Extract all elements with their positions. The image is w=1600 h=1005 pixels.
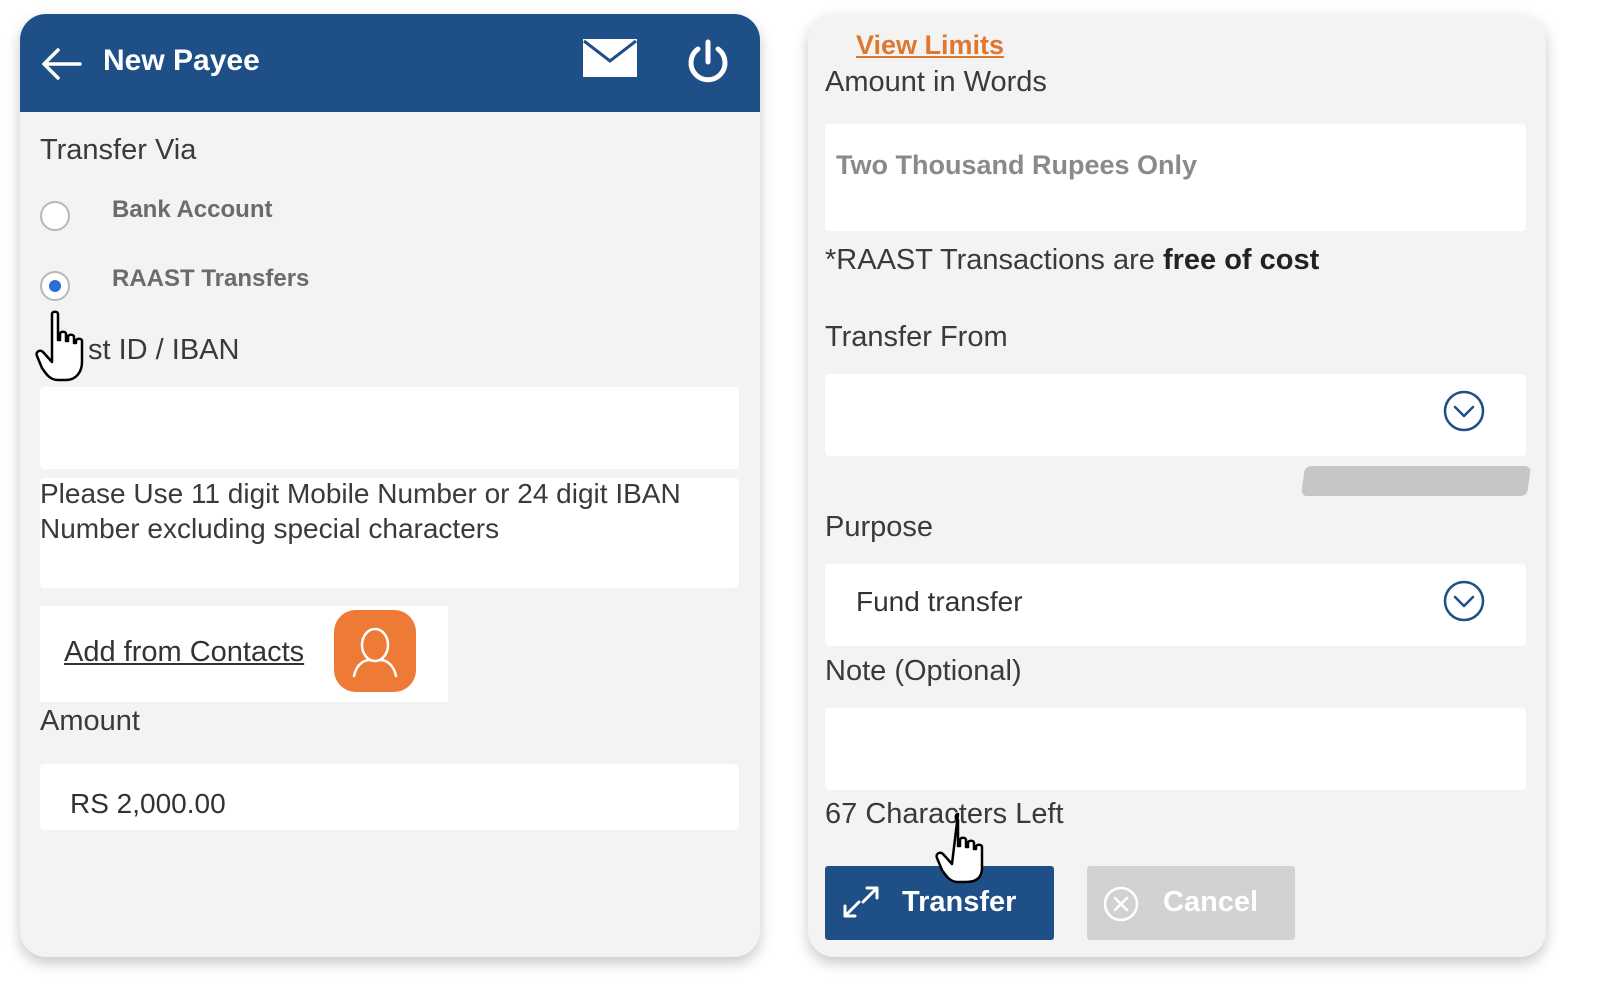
raast-notice-bold: free of cost xyxy=(1162,244,1320,276)
note-label: Note (Optional) xyxy=(825,655,1022,687)
raast-notice: *RAAST Transactions are free of cost xyxy=(825,244,1319,277)
contact-person-icon[interactable] xyxy=(334,610,416,692)
power-icon[interactable] xyxy=(685,38,731,86)
purpose-value: Fund transfer xyxy=(856,586,1023,617)
amount-value: RS 2,000.00 xyxy=(70,788,226,819)
amount-input[interactable]: RS 2,000.00 xyxy=(40,764,739,830)
radio-label-bank-account: Bank Account xyxy=(112,196,273,223)
app-header: New Payee xyxy=(20,14,760,112)
radio-label-raast-transfers: RAAST Transfers xyxy=(112,265,310,292)
add-from-contacts-link[interactable]: Add from Contacts xyxy=(64,636,304,669)
transfer-arrows-icon xyxy=(843,886,879,918)
redacted-account-info xyxy=(1300,466,1532,496)
raast-id-label: st ID / IBAN xyxy=(88,334,240,366)
mail-icon[interactable] xyxy=(582,38,638,78)
hand-cursor-icon xyxy=(935,812,984,884)
raast-id-input[interactable] xyxy=(40,387,739,469)
purpose-select[interactable]: Fund transfer xyxy=(825,564,1526,646)
amount-in-words-value: Two Thousand Rupees Only xyxy=(836,150,1198,180)
transfer-from-label: Transfer From xyxy=(825,321,1008,353)
cancel-circle-icon xyxy=(1103,886,1139,922)
amount-in-words-field: Two Thousand Rupees Only xyxy=(825,124,1526,231)
transfer-from-select[interactable] xyxy=(825,374,1526,456)
new-payee-panel: New Payee Transfer Via Bank Account RAAS… xyxy=(20,14,760,957)
purpose-label: Purpose xyxy=(825,511,934,543)
raast-id-hint: Please Use 11 digit Mobile Number or 24 … xyxy=(40,478,681,544)
cancel-button[interactable]: Cancel xyxy=(1087,866,1295,940)
radio-bank-account[interactable] xyxy=(40,201,70,231)
hand-cursor-icon xyxy=(35,310,84,382)
raast-notice-text: *RAAST Transactions are xyxy=(825,244,1163,276)
amount-label: Amount xyxy=(40,705,140,737)
note-input[interactable] xyxy=(825,708,1526,790)
cancel-button-label: Cancel xyxy=(1163,886,1259,918)
page-title: New Payee xyxy=(103,44,260,77)
view-limits-link[interactable]: View Limits xyxy=(856,30,1004,61)
chevron-down-circle-icon[interactable] xyxy=(1443,390,1485,432)
back-arrow-icon[interactable] xyxy=(40,44,84,84)
amount-in-words-label: Amount in Words xyxy=(825,66,1047,98)
transfer-button-label: Transfer xyxy=(902,886,1017,918)
transfer-via-label: Transfer Via xyxy=(40,134,197,166)
radio-raast-transfers[interactable] xyxy=(40,271,70,301)
chevron-down-circle-icon[interactable] xyxy=(1443,580,1485,622)
